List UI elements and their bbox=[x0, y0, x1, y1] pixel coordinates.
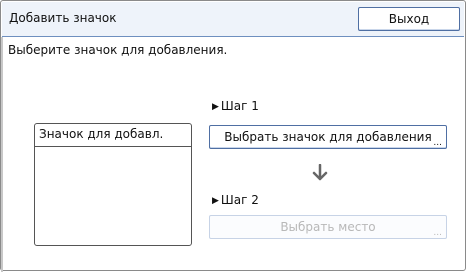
instruction-text: Выберите значок для добавления. bbox=[8, 43, 228, 57]
triangle-right-icon: ▶ bbox=[212, 196, 219, 206]
ellipsis-icon: ... bbox=[433, 228, 442, 238]
list-header: Значок для добавл. bbox=[35, 124, 191, 147]
select-location-button[interactable]: Выбрать место ... bbox=[209, 215, 447, 239]
arrow-down-icon bbox=[312, 163, 328, 187]
select-icon-button-label: Выбрать значок для добавления bbox=[224, 130, 432, 144]
ellipsis-icon: ... bbox=[433, 138, 442, 148]
exit-button[interactable]: Выход bbox=[358, 7, 460, 31]
dialog-title: Добавить значок bbox=[9, 11, 117, 25]
step2-text: Шаг 2 bbox=[220, 193, 259, 207]
step2-label: ▶ Шаг 2 bbox=[212, 193, 259, 207]
dialog-frame: Добавить значок Выход Выберите значок дл… bbox=[0, 0, 466, 272]
title-bar: Добавить значок Выход bbox=[2, 2, 464, 37]
triangle-right-icon: ▶ bbox=[212, 102, 219, 112]
selected-icon-list[interactable]: Значок для добавл. bbox=[34, 123, 192, 246]
step1-label: ▶ Шаг 1 bbox=[212, 99, 259, 113]
step1-text: Шаг 1 bbox=[220, 99, 259, 113]
select-icon-button[interactable]: Выбрать значок для добавления ... bbox=[209, 125, 447, 149]
left-edge-divider bbox=[1, 37, 3, 272]
select-location-button-label: Выбрать место bbox=[280, 220, 376, 234]
